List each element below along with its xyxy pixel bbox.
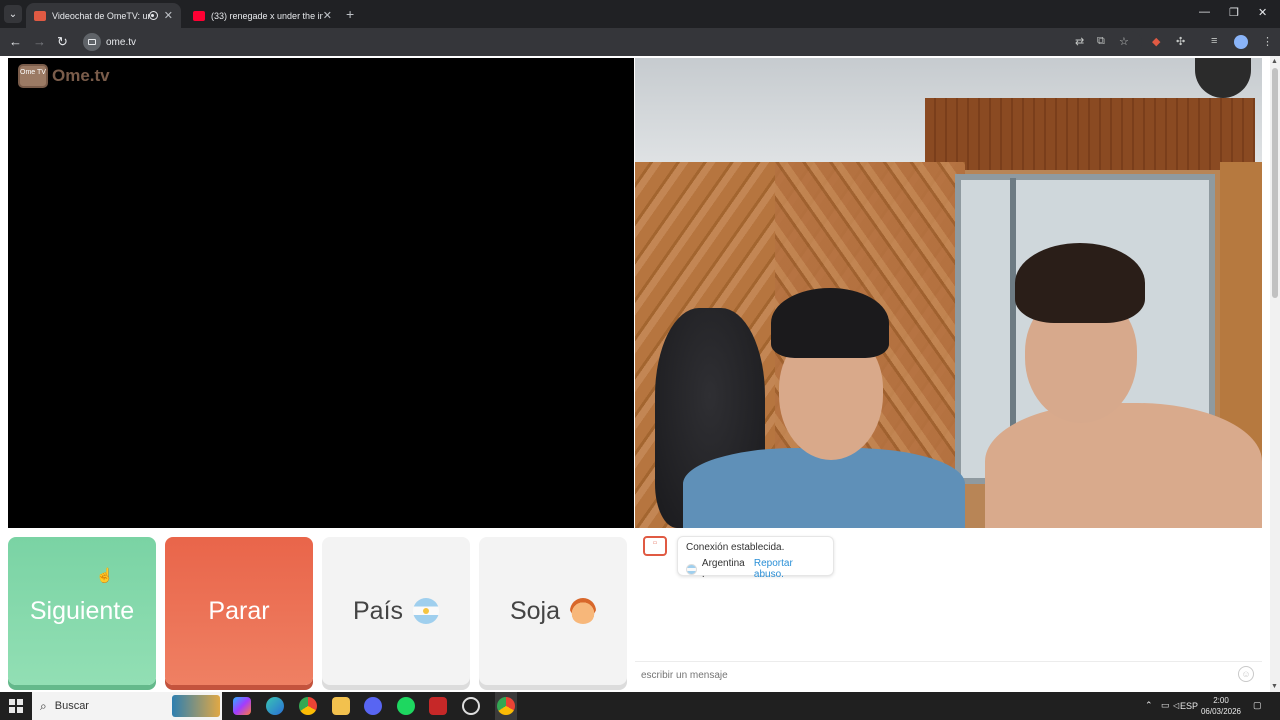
profile-avatar[interactable] [1234,35,1248,49]
back-icon[interactable]: ← [9,34,22,49]
search-icon: ⌕ [40,698,47,713]
close-tab-icon[interactable]: ✕ [323,9,332,22]
stop-button-label: Parar [208,596,270,625]
install-app-icon[interactable]: ⧉ [1097,35,1105,48]
tray-overflow-icon[interactable]: ⌃ [1145,700,1153,711]
taskbar-clock[interactable]: 2:00 06/03/2026 [1198,695,1244,717]
minimize-icon[interactable]: — [1199,6,1210,18]
file-explorer-icon[interactable] [332,697,350,715]
reload-icon[interactable]: ↻ [57,34,68,50]
restore-icon[interactable]: ❐ [1229,6,1239,19]
browser-menu-icon[interactable]: ⋮ [1262,35,1273,48]
media-controls-icon[interactable]: ≡ [1211,35,1217,47]
system-message: Conexión establecida. Argentina . Report… [677,536,834,580]
scroll-down-icon[interactable]: ▼ [1271,683,1278,690]
chrome-icon[interactable] [299,697,317,715]
stop-button[interactable]: Parar [165,537,313,685]
clock-date: 06/03/2026 [1200,707,1242,716]
extension-red-icon[interactable]: ◆ [1152,35,1160,48]
browser-toolbar: ← → ↻ ome.tv ⇄ ⧉ ☆ ◆ ✣ ≡ ⋮ [0,28,1280,56]
chat-panel: ▭ Conexión establecida. Argentina . Repo… [635,530,1262,690]
spotify-icon[interactable] [397,697,415,715]
recording-icon [148,11,158,20]
remote-video [635,58,1262,528]
site-info-icon[interactable] [83,33,101,51]
boy-emoji-icon [570,598,597,624]
translate-icon[interactable]: ⇄ [1075,35,1084,48]
url-text[interactable]: ome.tv [106,37,136,48]
remote-person-right [965,243,1262,528]
taskbar-search-label: Buscar [54,700,89,712]
ometv-chat-logo-icon: ▭ [643,536,667,556]
forward-icon[interactable]: → [33,34,46,49]
extensions-puzzle-icon[interactable]: ✣ [1176,35,1185,48]
gender-button-label: Soja [509,596,561,625]
copilot-icon[interactable] [233,697,251,715]
tv-logo-icon: Ome TV [18,64,48,88]
youtube-favicon-icon [193,10,205,21]
tab-youtube[interactable]: (33) renegade x under the influ ✕ [185,3,340,28]
new-tab-icon[interactable]: + [346,6,354,22]
tab-search-menu-icon[interactable]: ⌄ [4,5,22,23]
page-scrollbar[interactable]: ▲ ▼ [1270,56,1280,692]
windows-taskbar: ⌕ Buscar ⌃ ▭ ◁ ESP 2:00 06/03/2026 ▢ [0,692,1280,720]
language-indicator[interactable]: ESP [1180,701,1198,711]
argentina-flag-icon [413,598,440,624]
next-button-label: Siguiente [29,596,135,625]
remote-person-left [683,288,965,528]
tab-title: Videochat de OmeTV: una [52,10,149,21]
close-tab-icon[interactable]: ✕ [164,9,173,22]
ometv-favicon-icon [34,10,46,21]
argentina-flag-icon [686,563,697,575]
scrollbar-thumb[interactable] [1272,68,1278,298]
search-highlight-image [172,695,220,717]
address-bar[interactable]: ome.tv [82,31,1142,53]
edge-icon[interactable] [266,697,284,715]
gender-filter-button[interactable]: Soja [479,537,627,685]
ometv-page: Ome TV Ome.tv Siguiente Parar País Soja … [0,56,1280,692]
tab-title: (33) renegade x under the influ [211,10,323,21]
hand-cursor-icon: ☝ [96,567,114,583]
notifications-icon[interactable]: ▢ [1253,700,1262,711]
chat-message-input[interactable] [641,667,1221,683]
browser-tab-bar: ⌄ Videochat de OmeTV: una ✕ (33) renegad… [0,0,1280,28]
bookmark-star-icon[interactable]: ☆ [1119,35,1129,48]
local-video: Ome TV Ome.tv [8,58,634,528]
country-button-label: País [352,596,404,625]
volume-icon[interactable]: ◁ [1173,701,1179,710]
partner-country: Argentina . [701,558,745,580]
chat-input-row: ☺ [635,661,1262,687]
scroll-up-icon[interactable]: ▲ [1271,58,1278,65]
windows-start-icon[interactable] [9,699,23,713]
taskbar-search[interactable]: ⌕ Buscar [32,692,222,720]
ometv-logo[interactable]: Ome TV Ome.tv [18,64,110,88]
obs-icon[interactable] [462,697,480,715]
network-icon[interactable]: ▭ [1161,700,1170,711]
discord-icon[interactable] [364,697,382,715]
connection-status: Conexión establecida. [686,542,785,553]
clock-time: 2:00 [1213,696,1229,705]
report-abuse-link[interactable]: Reportar abuso. [754,558,825,580]
logo-text: Ome.tv [52,66,110,85]
chrome-profile-icon[interactable] [497,697,515,715]
tab-ometv[interactable]: Videochat de OmeTV: una ✕ [26,3,181,28]
close-window-icon[interactable]: ✕ [1258,6,1267,19]
country-filter-button[interactable]: País [322,537,470,685]
media-app-icon[interactable] [429,697,447,715]
next-button[interactable]: Siguiente [8,537,156,685]
emoji-picker-icon[interactable]: ☺ [1238,666,1254,682]
